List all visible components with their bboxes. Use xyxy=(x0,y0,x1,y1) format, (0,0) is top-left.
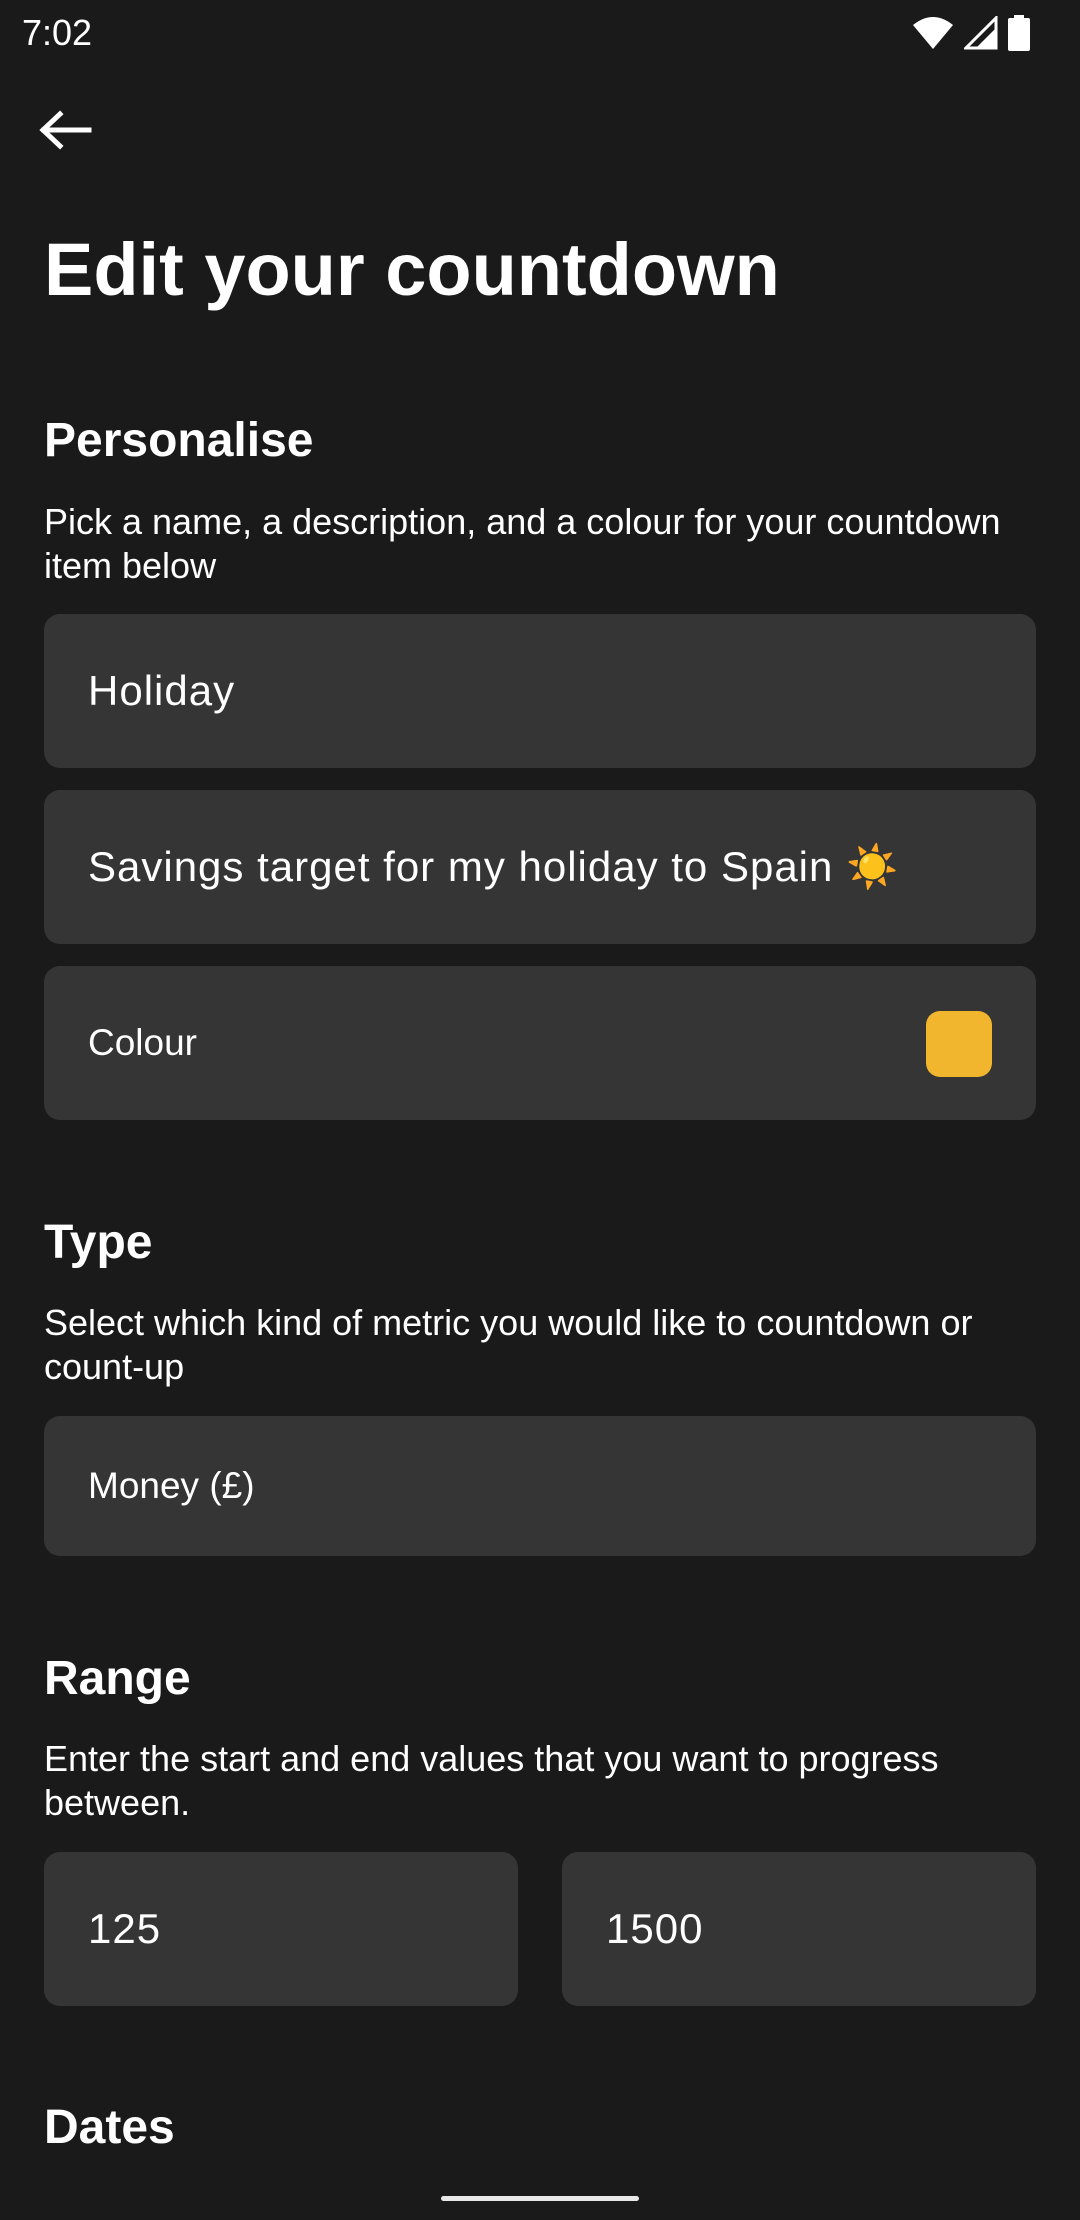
range-end-input[interactable]: 1500 xyxy=(562,1852,1036,2006)
battery-icon xyxy=(1008,15,1030,51)
personalise-section-title: Personalise xyxy=(44,414,314,467)
home-indicator[interactable] xyxy=(441,2196,639,2201)
cellular-signal-icon xyxy=(964,16,998,50)
description-input[interactable]: Savings target for my holiday to Spain ☀… xyxy=(44,790,1036,944)
status-icons xyxy=(912,14,1030,52)
wifi-icon xyxy=(912,16,954,50)
status-time: 7:02 xyxy=(22,12,93,53)
arrow-left-icon xyxy=(38,109,92,155)
personalise-description: Pick a name, a description, and a colour… xyxy=(44,501,1001,586)
colour-label: Colour xyxy=(88,1022,197,1063)
back-button[interactable] xyxy=(38,96,118,168)
range-start-input[interactable]: 125 xyxy=(44,1852,518,2006)
type-select[interactable]: Money (£) xyxy=(44,1416,1036,1556)
type-description: Select which kind of metric you would li… xyxy=(44,1302,973,1387)
range-section-title: Range xyxy=(44,1652,191,1705)
status-bar: 7:02 xyxy=(0,0,1080,66)
range-description: Enter the start and end values that you … xyxy=(44,1738,939,1823)
colour-picker-field[interactable]: Colour xyxy=(44,966,1036,1120)
page-title: Edit your countdown xyxy=(44,228,780,311)
colour-swatch[interactable] xyxy=(926,1011,992,1077)
dates-section-title: Dates xyxy=(44,2101,175,2154)
name-input[interactable]: Holiday xyxy=(44,614,1036,768)
type-section-title: Type xyxy=(44,1216,153,1269)
